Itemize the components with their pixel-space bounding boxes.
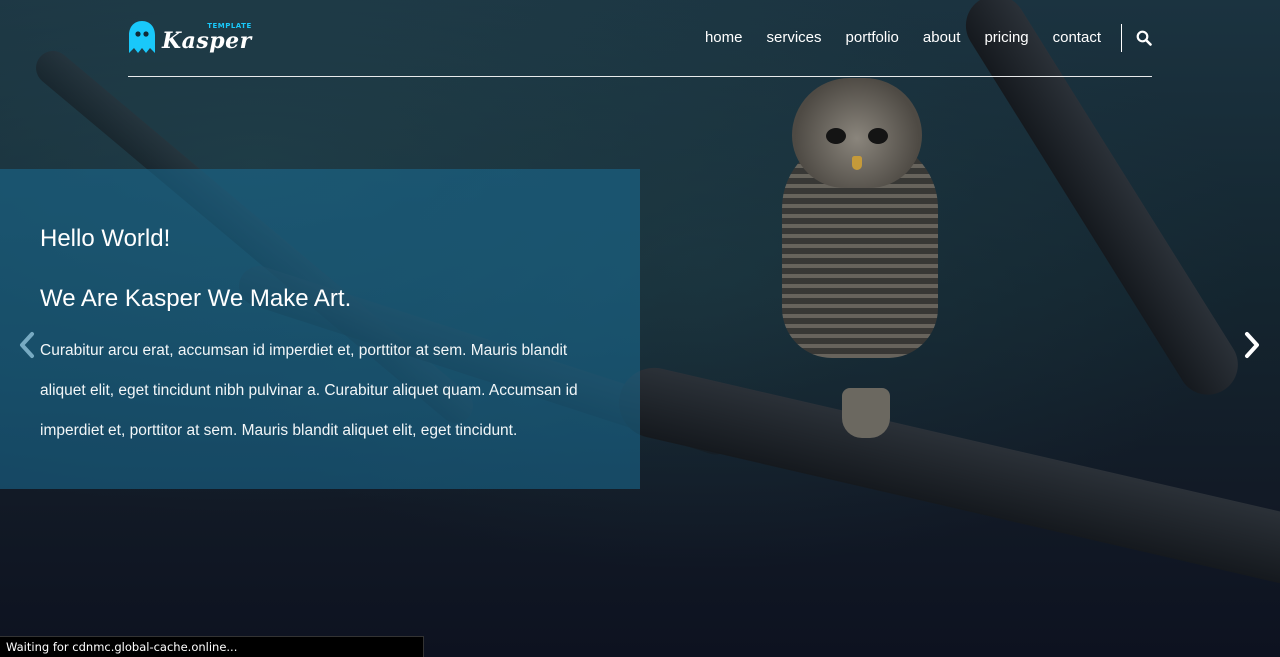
hero-body-text: Curabitur arcu erat, accumsan id imperdi…: [40, 342, 578, 439]
nav-portfolio[interactable]: portfolio: [846, 24, 899, 52]
nav-services[interactable]: services: [767, 24, 822, 52]
owl-image: [782, 78, 938, 438]
nav-contact[interactable]: contact: [1053, 24, 1101, 52]
site-header: Kasper TEMPLATE home services portfolio …: [128, 0, 1152, 77]
ghost-icon: [129, 21, 155, 53]
hero-headline: We Are Kasper We Make Art.: [40, 285, 352, 312]
logo-tagline: TEMPLATE: [207, 22, 252, 30]
hero-caption-box: Hello World! We Are Kasper We Make Art. …: [0, 169, 640, 489]
nav-home[interactable]: home: [705, 24, 743, 52]
chevron-right-icon[interactable]: [1243, 331, 1261, 359]
main-nav: home services portfolio about pricing co…: [681, 24, 1152, 52]
logo-text: Kasper TEMPLATE: [162, 22, 252, 54]
search-icon[interactable]: [1136, 30, 1152, 46]
nav-about[interactable]: about: [923, 24, 961, 52]
tree-branch: [612, 360, 1280, 601]
nav-divider: [1121, 24, 1122, 52]
browser-status-bar: Waiting for cdnmc.global-cache.online...: [0, 636, 424, 657]
nav-pricing[interactable]: pricing: [984, 24, 1028, 52]
hero-greeting: Hello World!: [40, 225, 171, 252]
logo[interactable]: Kasper TEMPLATE: [128, 20, 252, 60]
